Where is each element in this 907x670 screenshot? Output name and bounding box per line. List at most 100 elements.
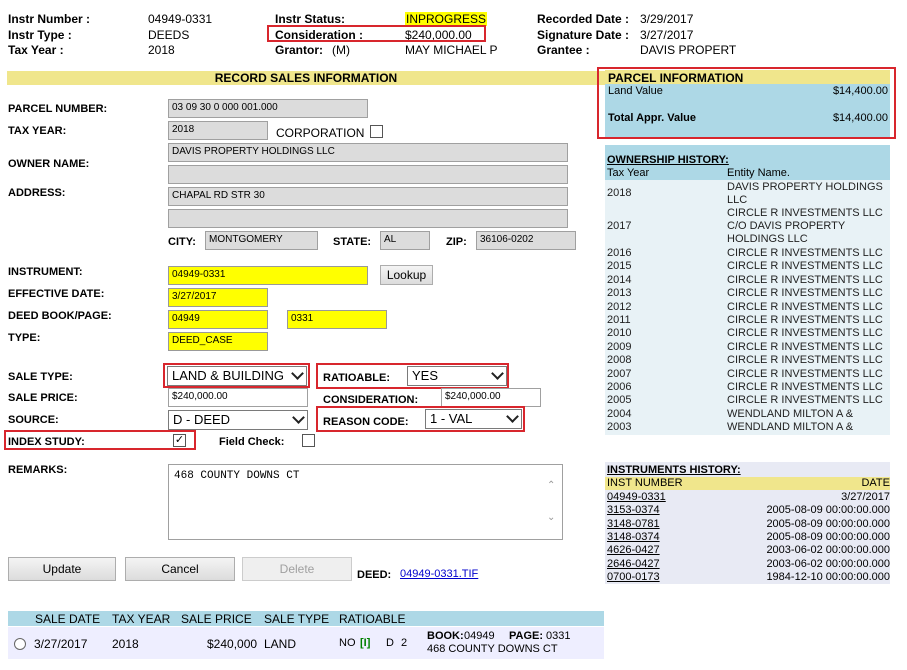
- cancel-button[interactable]: Cancel: [125, 557, 235, 581]
- ownership-year: 2005: [607, 394, 632, 407]
- sale-row-radio[interactable]: [14, 638, 26, 650]
- instrument-number-link[interactable]: 04949-0331: [607, 491, 666, 503]
- field-check-checkbox[interactable]: [302, 434, 315, 447]
- ownership-year: 2018: [607, 187, 632, 199]
- instr-status-label: Instr Status:: [275, 12, 346, 26]
- state-field[interactable]: AL: [380, 231, 430, 250]
- parcel-number-field[interactable]: 03 09 30 0 000 001.000: [168, 99, 368, 118]
- signature-date-label: Signature Date :: [537, 28, 630, 42]
- instrument-row[interactable]: 0700-0173 1984-12-10 00:00:00.000: [607, 571, 890, 584]
- ownership-row: 2004 WENDLAND MILTON A &: [607, 408, 890, 421]
- tax-year-field[interactable]: 2018: [168, 121, 268, 140]
- instrument-date: 2005-08-09 00:00:00.000: [766, 530, 890, 543]
- city-label: CITY:: [168, 236, 196, 248]
- deed-book-field[interactable]: 04949: [168, 310, 268, 329]
- sale-type-label: SALE TYPE:: [8, 371, 73, 383]
- grantor-value: MAY MICHAEL P: [405, 43, 498, 57]
- ownership-year: 2004: [607, 407, 632, 420]
- owner-name-field[interactable]: DAVIS PROPERTY HOLDINGS LLC: [168, 143, 568, 162]
- ownership-row: 2017 CIRCLE R INVESTMENTS LLC C/O DAVIS P…: [607, 207, 890, 247]
- address-field-2[interactable]: [168, 209, 568, 228]
- ownership-year: 2014: [607, 273, 632, 286]
- remarks-textarea[interactable]: 468 COUNTY DOWNS CT: [168, 464, 563, 540]
- tax-year-value: 2018: [148, 43, 175, 57]
- book-cell: 04949: [464, 630, 495, 642]
- grantor-code: (M): [332, 43, 350, 57]
- corporation-checkbox[interactable]: [370, 125, 383, 138]
- ownership-entity: CIRCLE R INVESTMENTS LLC: [727, 394, 883, 407]
- instrument-row[interactable]: 3148-0781 2005-08-09 00:00:00.000: [607, 518, 890, 531]
- deed-file-link[interactable]: 04949-0331.TIF: [400, 568, 478, 580]
- ownership-entity: DAVIS PROPERTY HOLDINGS LLC: [727, 181, 883, 206]
- lookup-button[interactable]: Lookup: [380, 265, 433, 285]
- ownership-entity: CIRCLE R INVESTMENTS LLC: [727, 287, 883, 300]
- ownership-year: 2013: [607, 287, 632, 300]
- scroll-down-icon[interactable]: ⌄: [547, 512, 555, 523]
- source-label: SOURCE:: [8, 414, 59, 426]
- instrument-row[interactable]: 04949-0331 3/27/2017: [607, 491, 890, 504]
- book-label: BOOK:: [427, 630, 464, 642]
- instrument-number-link[interactable]: 0700-0173: [607, 571, 660, 583]
- type-label: TYPE:: [8, 332, 41, 344]
- instrument-label: INSTRUMENT:: [8, 266, 83, 278]
- sale-type-highlight: [163, 363, 310, 388]
- page-label: PAGE:: [509, 630, 544, 642]
- instrument-number-link[interactable]: 3153-0374: [607, 504, 660, 516]
- chevron-down-icon: [292, 411, 305, 424]
- consideration-field[interactable]: $240,000.00: [441, 388, 541, 407]
- zip-field[interactable]: 36106-0202: [476, 231, 576, 250]
- instrument-number-link[interactable]: 3148-0374: [607, 531, 660, 543]
- instrument-row[interactable]: 3148-0374 2005-08-09 00:00:00.000: [607, 531, 890, 544]
- ownership-year: 2007: [607, 367, 632, 380]
- ownership-entity: CIRCLE R INVESTMENTS LLC: [727, 327, 883, 340]
- ownership-row: 2014 CIRCLE R INVESTMENTS LLC: [607, 274, 890, 287]
- ownership-year: 2011: [607, 314, 631, 326]
- instrument-date: 1984-12-10 00:00:00.000: [766, 570, 890, 583]
- ownership-entity: CIRCLE R INVESTMENTS LLC: [727, 381, 883, 393]
- ownership-row: 2013 CIRCLE R INVESTMENTS LLC: [607, 287, 890, 300]
- instrument-field[interactable]: 04949-0331: [168, 266, 368, 285]
- address-field-1[interactable]: CHAPAL RD STR 30: [168, 187, 568, 206]
- ownership-entity: CIRCLE R INVESTMENTS LLC: [727, 340, 883, 353]
- ownership-year: 2010: [607, 327, 632, 340]
- ownership-row: 2015 CIRCLE R INVESTMENTS LLC: [607, 260, 890, 273]
- ratioable-highlight: [316, 363, 509, 389]
- owner-name-field-2[interactable]: [168, 165, 568, 184]
- instrument-date: 2005-08-09 00:00:00.000: [766, 504, 890, 517]
- scroll-up-icon[interactable]: ⌃: [547, 480, 555, 491]
- instrument-row[interactable]: 2646-0427 2003-06-02 00:00:00.000: [607, 558, 890, 571]
- ownership-entity: CIRCLE R INVESTMENTS LLC: [727, 273, 883, 286]
- reason-code-highlight: [316, 406, 525, 432]
- sale-price-cell: $240,000: [207, 637, 258, 651]
- delete-button: Delete: [242, 557, 352, 581]
- ownership-entity: CIRCLE R INVESTMENTS LLC: [727, 354, 883, 367]
- ownership-row: 2018 DAVIS PROPERTY HOLDINGS LLC: [607, 181, 890, 207]
- state-label: STATE:: [333, 236, 372, 248]
- ownership-year: 2012: [607, 300, 632, 313]
- ownership-row: 2007 CIRCLE R INVESTMENTS LLC: [607, 368, 890, 381]
- col-sale-type: SALE TYPE: [264, 612, 330, 626]
- ownership-year: 2015: [607, 260, 632, 273]
- instrument-number-link[interactable]: 2646-0427: [607, 558, 660, 570]
- type-field[interactable]: DEED_CASE: [168, 332, 268, 351]
- ownership-entity: CIRCLE R INVESTMENTS LLC: [727, 367, 883, 380]
- deed-book-page-label: DEED BOOK/PAGE:: [8, 310, 112, 322]
- deed-page-field[interactable]: 0331: [287, 310, 387, 329]
- sale-price-label: SALE PRICE:: [8, 392, 78, 404]
- effective-date-field[interactable]: 3/27/2017: [168, 288, 268, 307]
- instrument-row[interactable]: 4626-0427 2003-06-02 00:00:00.000: [607, 544, 890, 557]
- instrument-number-link[interactable]: 4626-0427: [607, 544, 660, 556]
- field-check-label: Field Check:: [219, 436, 285, 448]
- update-button[interactable]: Update: [8, 557, 116, 581]
- source-select[interactable]: D - DEED: [168, 410, 308, 430]
- parcel-number-label: PARCEL NUMBER:: [8, 103, 108, 115]
- remarks-label: REMARKS:: [8, 464, 68, 476]
- ownership-row: 2005 CIRCLE R INVESTMENTS LLC: [607, 394, 890, 407]
- ownership-year: 2009: [607, 340, 632, 353]
- instrument-row[interactable]: 3153-0374 2005-08-09 00:00:00.000: [607, 504, 890, 517]
- ownership-col-year: Tax Year: [607, 167, 650, 179]
- ownership-entity: WENDLAND MILTON A &: [727, 421, 854, 434]
- city-field[interactable]: MONTGOMERY: [205, 231, 318, 250]
- sale-price-field[interactable]: $240,000.00: [168, 388, 308, 407]
- instrument-number-link[interactable]: 3148-0781: [607, 518, 660, 530]
